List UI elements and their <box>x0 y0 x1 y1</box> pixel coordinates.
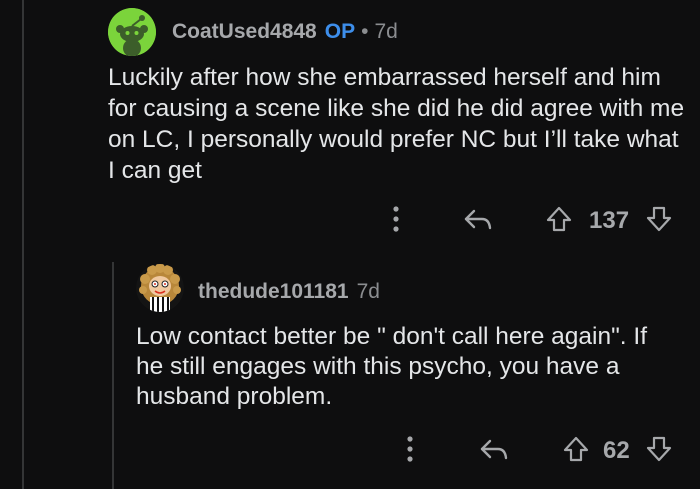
reply-button[interactable] <box>460 203 496 235</box>
upvote-button[interactable] <box>544 204 574 234</box>
username[interactable]: thedude101181 <box>198 280 349 304</box>
timestamp: 7d <box>374 20 398 43</box>
avatar[interactable] <box>108 8 156 56</box>
comment-body: Luckily after how she embarrassed hersel… <box>108 64 685 184</box>
comment-header: thedude101181 7d <box>198 280 380 304</box>
upvote-icon <box>563 436 589 462</box>
comment-header: CoatUsed4848 OP • 7d <box>172 20 398 44</box>
vote-score: 62 <box>603 437 630 464</box>
more-options-icon <box>393 206 399 232</box>
op-badge: OP <box>324 20 356 43</box>
comment-body: Low contact better be " don't call here … <box>136 323 648 410</box>
thread-line-outer[interactable] <box>22 0 24 489</box>
downvote-icon <box>646 436 672 462</box>
upvote-button[interactable] <box>561 434 591 464</box>
separator-dot: • <box>361 20 369 43</box>
reply-icon <box>480 439 508 460</box>
downvote-button[interactable] <box>644 204 674 234</box>
more-options-button[interactable] <box>400 434 420 464</box>
downvote-icon <box>646 206 672 232</box>
reply-button[interactable] <box>476 433 512 465</box>
upvote-icon <box>546 206 572 232</box>
snoo-avatar-icon <box>108 8 156 56</box>
more-options-icon <box>407 436 413 462</box>
username[interactable]: CoatUsed4848 <box>172 20 317 44</box>
user-avatar-icon <box>136 264 184 312</box>
more-options-button[interactable] <box>386 204 406 234</box>
thread-line-reply[interactable] <box>112 262 114 489</box>
avatar[interactable] <box>136 264 184 312</box>
vote-score: 137 <box>589 207 630 234</box>
reply-icon <box>464 209 492 230</box>
downvote-button[interactable] <box>644 434 674 464</box>
timestamp: 7d <box>356 280 380 303</box>
